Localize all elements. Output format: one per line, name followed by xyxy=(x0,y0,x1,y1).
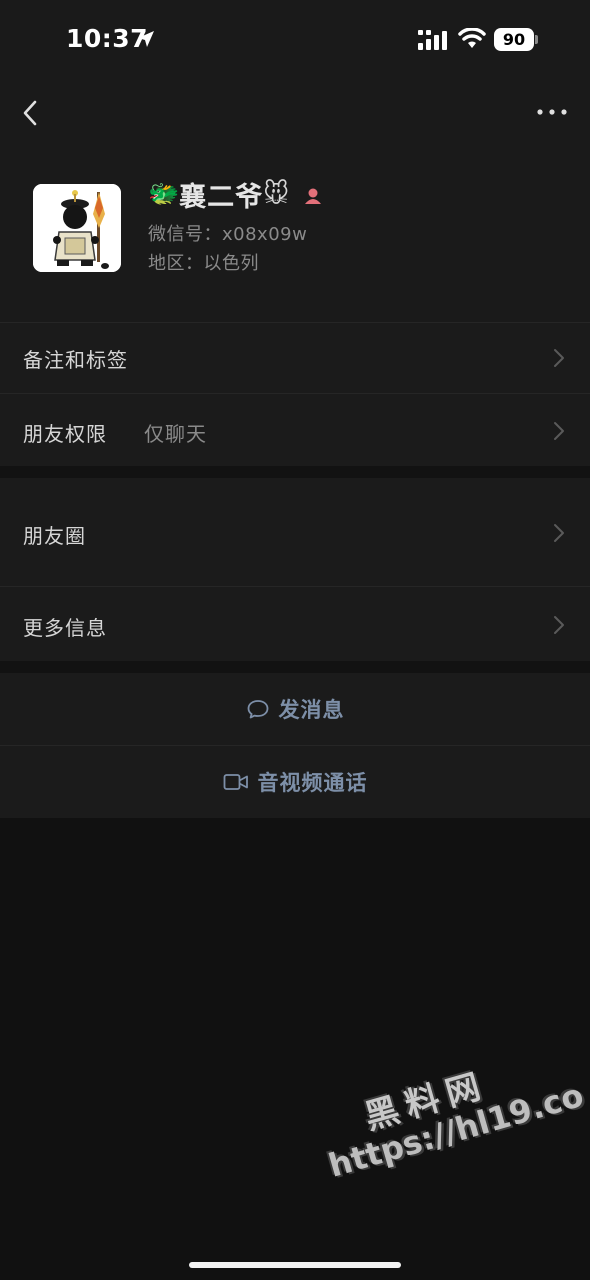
row-friend-permissions[interactable]: 朋友权限 仅聊天 xyxy=(0,394,590,466)
avatar-illustration xyxy=(33,184,121,272)
section-gap xyxy=(0,661,590,673)
dragon-emoji: 🐲 xyxy=(148,179,180,208)
nav-bar xyxy=(0,80,590,150)
row-more-info[interactable]: 更多信息 xyxy=(0,587,590,661)
video-call-content: 音视频通话 xyxy=(0,746,590,818)
avatar[interactable] xyxy=(33,184,121,272)
battery-tip xyxy=(535,35,538,44)
row-remarks-tags[interactable]: 备注和标签 xyxy=(0,323,590,393)
row-value: 仅聊天 xyxy=(144,422,207,446)
chevron-right-icon xyxy=(554,616,564,634)
row-label: 朋友圈 xyxy=(23,524,86,548)
row-label: 更多信息 xyxy=(23,616,107,640)
chat-bubble-icon xyxy=(247,700,268,719)
row-label: 备注和标签 xyxy=(23,348,128,372)
mouse-emoji: 🐭 xyxy=(263,179,290,208)
female-gender-icon xyxy=(305,188,322,204)
watermark: 黑料网 https://hl19.co xyxy=(312,1033,587,1185)
row-label: 朋友权限 xyxy=(23,422,107,446)
send-message-content: 发消息 xyxy=(0,673,590,745)
chevron-right-icon xyxy=(554,524,564,542)
contact-profile-screen: 10:37 90 🐲 襄二爷 🐭 微信号：x08x09w 地区：以色列 备注和标… xyxy=(0,0,590,1280)
cellular-signal-icon xyxy=(418,30,447,50)
chevron-right-icon xyxy=(554,422,564,440)
status-bar: 10:37 90 xyxy=(0,0,590,80)
more-dots-icon[interactable] xyxy=(534,102,570,122)
wechat-id: 微信号：x08x09w xyxy=(148,224,308,245)
profile-header: 🐲 襄二爷 🐭 微信号：x08x09w 地区：以色列 xyxy=(0,150,590,322)
battery-icon: 90 xyxy=(494,28,534,51)
send-message-button[interactable]: 发消息 xyxy=(0,673,590,745)
contact-name: 襄二爷 xyxy=(179,181,264,213)
video-camera-icon xyxy=(223,774,248,790)
chevron-left-icon[interactable] xyxy=(14,96,48,130)
battery-level: 90 xyxy=(502,30,526,49)
location-arrow-icon xyxy=(138,31,154,47)
video-call-button[interactable]: 音视频通话 xyxy=(0,746,590,818)
region: 地区：以色列 xyxy=(148,253,259,274)
row-moments[interactable]: 朋友圈 xyxy=(0,478,590,586)
home-indicator[interactable] xyxy=(189,1262,401,1268)
wifi-icon xyxy=(458,28,486,48)
send-message-label: 发消息 xyxy=(278,698,345,722)
section-gap xyxy=(0,466,590,478)
video-call-label: 音视频通话 xyxy=(257,771,368,795)
chevron-right-icon xyxy=(554,349,564,367)
name-row: 🐲 襄二爷 🐭 xyxy=(148,176,323,213)
